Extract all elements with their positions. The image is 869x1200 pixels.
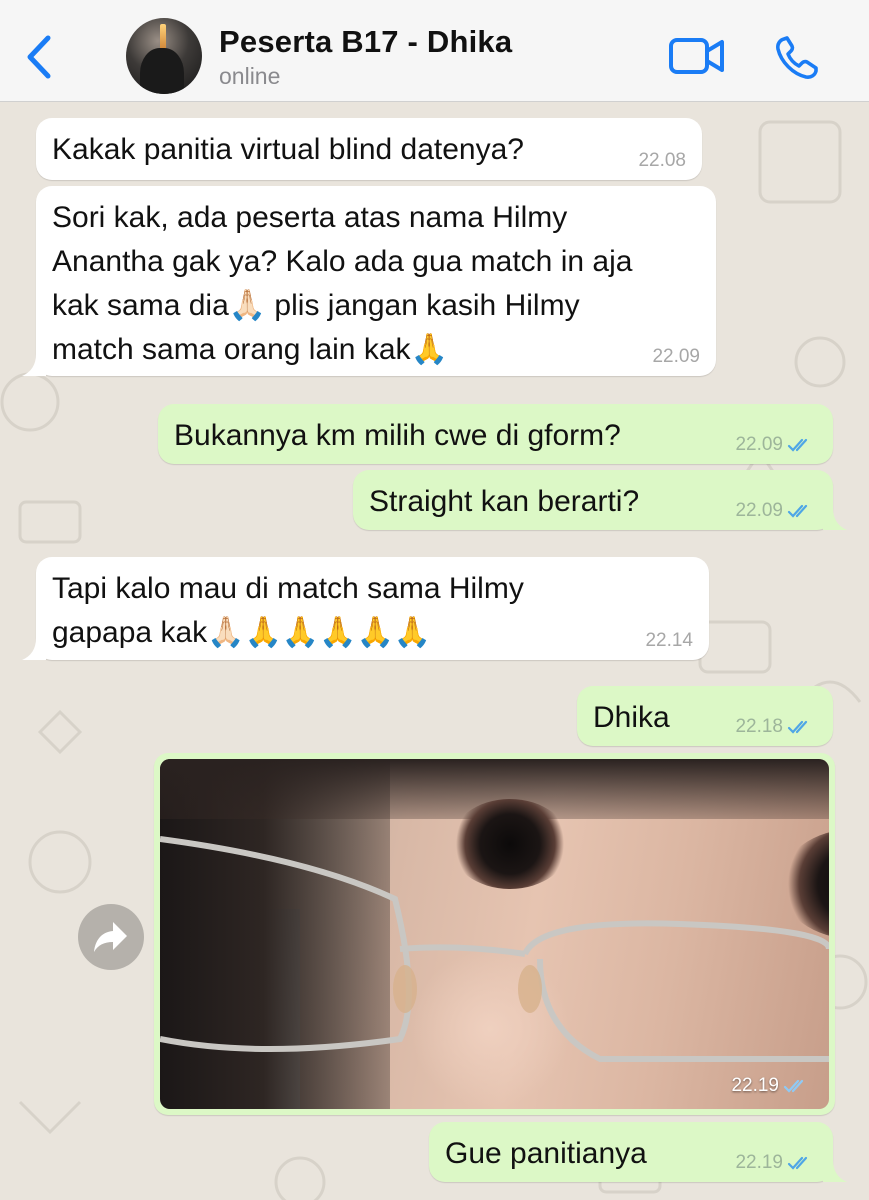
message-bubble-outgoing[interactable]: Dhika 22.18 (577, 686, 833, 746)
contact-name[interactable]: Peserta B17 - Dhika (219, 24, 512, 60)
message-time-value: 22.18 (735, 716, 783, 737)
message-text-line: match sama orang lain kak🙏 (52, 333, 448, 366)
message-bubble-outgoing[interactable]: Bukannya km milih cwe di gform? 22.09 (158, 404, 833, 464)
message-text-line: Tapi kalo mau di match sama Hilmy (52, 572, 524, 605)
message-bubble-outgoing[interactable]: Straight kan berarti? 22.09 (353, 470, 847, 530)
message-bubble-outgoing[interactable]: Gue panitianya 22.19 (429, 1122, 847, 1182)
message-bubble-incoming[interactable]: Kakak panitia virtual blind datenya? 22.… (36, 118, 702, 180)
message-time: 22.19 (731, 1075, 811, 1097)
message-text-line: Sori kak, ada peserta atas nama Hilmy (52, 201, 568, 234)
double-check-icon (787, 720, 808, 734)
forward-arrow-icon (94, 922, 127, 952)
bubble-tail-icon (823, 508, 847, 530)
phone-icon[interactable] (774, 35, 820, 81)
message-text-line: Anantha gak ya? Kalo ada gua match in aj… (52, 245, 633, 278)
message-time-value: 22.19 (731, 1075, 779, 1096)
message-time-value: 22.09 (735, 500, 783, 521)
forward-button[interactable] (78, 904, 144, 970)
message-time: 22.19 (735, 1153, 815, 1173)
message-bubble-incoming[interactable]: Tapi kalo mau di match sama Hilmy gapapa… (22, 557, 709, 660)
message-time: 22.08 (638, 150, 686, 171)
message-text-line: kak sama dia🙏🏻 plis jangan kasih Hilmy (52, 289, 580, 322)
message-text-line: gapapa kak🙏🏻🙏🙏🙏🙏🙏 (52, 616, 432, 649)
double-check-icon (787, 438, 808, 452)
double-check-icon (783, 1079, 804, 1093)
message-time-value: 22.19 (735, 1152, 783, 1173)
message-time: 22.09 (735, 501, 815, 521)
bubble-tail-icon (22, 354, 46, 376)
double-check-icon (787, 504, 808, 518)
message-time: 22.18 (735, 717, 815, 737)
video-camera-icon[interactable] (668, 36, 726, 76)
message-time: 22.09 (735, 435, 815, 455)
message-time: 22.09 (652, 346, 700, 367)
chevron-left-icon[interactable] (22, 34, 58, 80)
message-time: 22.14 (645, 630, 693, 651)
chat-header: Peserta B17 - Dhika online (0, 0, 869, 102)
bubble-tail-icon (823, 1160, 847, 1182)
message-bubble-incoming[interactable]: Sori kak, ada peserta atas nama Hilmy An… (22, 186, 716, 376)
message-text: Kakak panitia virtual blind datenya? (52, 133, 524, 166)
message-bubble-photo[interactable]: 22.19 (154, 753, 835, 1115)
avatar[interactable] (126, 18, 202, 94)
double-check-icon (787, 1156, 808, 1170)
contact-status: online (219, 63, 281, 89)
bubble-tail-icon (22, 638, 46, 660)
message-text: Bukannya km milih cwe di gform? (174, 419, 621, 452)
glasses-icon (160, 836, 829, 1062)
message-time-value: 22.09 (735, 434, 783, 455)
photo-image[interactable]: 22.19 (160, 759, 829, 1109)
